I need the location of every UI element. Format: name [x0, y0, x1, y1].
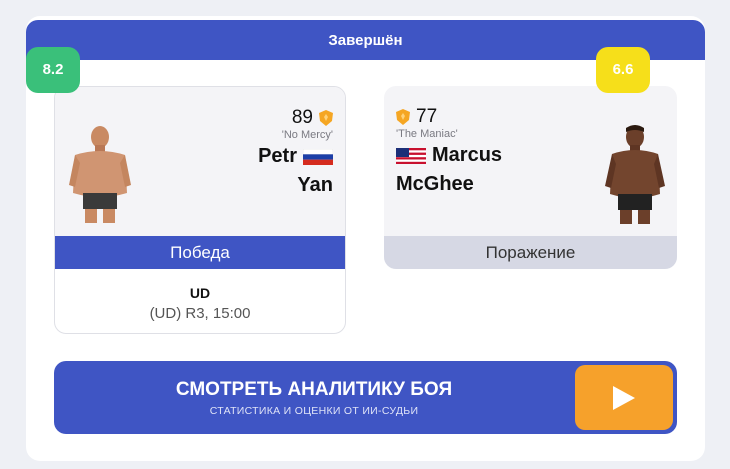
fighter-last-name: Yan	[297, 174, 333, 196]
fighter-nickname: 'No Mercy'	[281, 129, 333, 141]
fighter-first-name: Petr	[258, 145, 297, 167]
cta-subtitle: СТАТИСТИКА И ОЦЕНКИ ОТ ИИ-СУДЬИ	[209, 405, 419, 417]
play-icon	[613, 385, 635, 410]
fighter-card-winner[interactable]: 89 'No Mercy' Petr Yan Победа UD (UD) R3…	[54, 86, 346, 334]
view-fight-analytics-button[interactable]: СМОТРЕТЬ АНАЛИТИКУ БОЯ СТАТИСТИКА И ОЦЕН…	[54, 361, 677, 434]
fighter-score-badge-left: 8.2	[26, 47, 80, 93]
rating-value: 77	[416, 106, 438, 127]
rank-shield-icon	[319, 110, 333, 126]
fighter-card-loser[interactable]: 77 'The Maniac' Marcus McGhee Поражение	[384, 86, 677, 269]
fighter-score-badge-right: 6.6	[596, 47, 650, 93]
usa-flag-icon	[396, 147, 426, 164]
fighter-first-name: Marcus	[432, 144, 503, 166]
fighter-rating: 89	[292, 107, 333, 129]
rank-shield-icon	[396, 109, 410, 125]
fighter-photo	[605, 125, 665, 224]
fighter-last-name: McGhee	[396, 173, 474, 195]
fighter-rating: 77	[396, 106, 437, 128]
russia-flag-icon	[303, 148, 333, 165]
fighter-first-name-row: Petr	[258, 145, 333, 168]
fight-status-label: Завершён	[328, 32, 403, 49]
play-button[interactable]	[575, 365, 673, 430]
result-loss-bar: Поражение	[384, 236, 677, 269]
result-win-bar: Победа	[55, 236, 345, 269]
win-method-detail: (UD) R3, 15:00	[149, 305, 251, 322]
rating-value: 89	[291, 107, 313, 128]
fighter-first-name-row: Marcus	[396, 144, 502, 167]
win-method: UD	[189, 285, 211, 301]
fighter-nickname: 'The Maniac'	[396, 128, 458, 140]
fighter-photo	[69, 126, 131, 223]
cta-title: СМОТРЕТЬ АНАЛИТИКУ БОЯ	[175, 379, 453, 400]
